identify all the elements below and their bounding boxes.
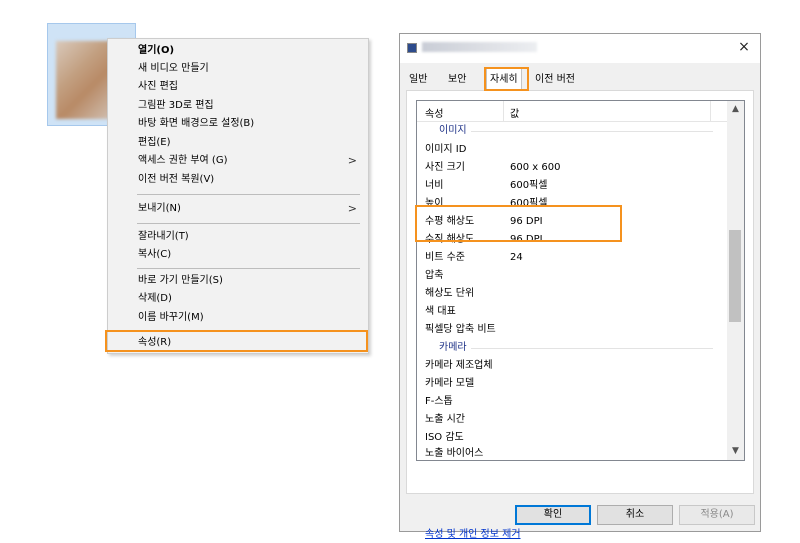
menu-item-give-access-label: 액세스 권한 부여 (G) (138, 155, 228, 166)
column-header-property[interactable]: 속성 (425, 105, 443, 120)
group-header-image: 이미지 (417, 123, 727, 139)
column-divider[interactable] (710, 101, 711, 121)
menu-item-edit-paint3d[interactable]: 그림판 3D로 편집 (109, 97, 367, 115)
properties-dialog: × 일반 보안 자세히 이전 버전 속성 값 이미지 이미지 ID 사진 크기 6… (399, 33, 761, 540)
group-label: 카메라 (439, 340, 471, 356)
ok-button[interactable]: 확인 (515, 505, 591, 525)
property-name: 비트 수준 (425, 252, 465, 263)
cancel-button[interactable]: 취소 (597, 505, 673, 525)
property-name: 수직 해상도 (425, 234, 475, 245)
tab-details[interactable]: 자세히 (486, 68, 522, 90)
context-menu: 열기(O) 새 비디오 만들기 사진 편집 그림판 3D로 편집 바탕 화면 배… (107, 38, 369, 354)
group-divider (439, 348, 713, 349)
menu-item-restore-versions[interactable]: 이전 버전 복원(V) (109, 171, 367, 189)
property-name: F-스톱 (425, 396, 453, 407)
property-name: 이미지 ID (425, 144, 467, 155)
window-title (422, 42, 537, 52)
column-divider[interactable] (503, 101, 504, 121)
menu-item-give-access[interactable]: 액세스 권한 부여 (G) > (109, 152, 367, 170)
property-name: 노출 시간 (425, 414, 465, 425)
close-icon[interactable]: × (736, 39, 752, 55)
tab-general[interactable]: 일반 (406, 70, 430, 89)
chevron-right-icon: > (347, 202, 357, 215)
menu-item-create-shortcut[interactable]: 바로 가기 만들기(S) (109, 272, 367, 290)
property-row[interactable]: 노출 바이어스 (417, 446, 727, 460)
property-row[interactable]: 압축 (417, 268, 727, 284)
tab-previous-versions[interactable]: 이전 버전 (532, 70, 578, 89)
scroll-down-icon[interactable]: ▼ (727, 443, 744, 460)
property-name: 픽셀당 압축 비트 (425, 324, 496, 335)
menu-item-open[interactable]: 열기(O) (109, 42, 367, 60)
property-row[interactable]: 수직 해상도 96 DPI (417, 232, 727, 248)
menu-item-copy[interactable]: 복사(C) (109, 246, 367, 264)
property-name: 카메라 모델 (425, 378, 475, 389)
property-row[interactable]: ISO 감도 (417, 430, 727, 446)
scrollbar-thumb[interactable] (729, 230, 741, 322)
menu-item-rename[interactable]: 이름 바꾸기(M) (109, 309, 367, 327)
property-row[interactable]: 픽셀당 압축 비트 (417, 322, 727, 338)
property-row[interactable]: 비트 수준 24 (417, 250, 727, 266)
menu-separator (137, 194, 360, 195)
title-bar: × (400, 34, 760, 63)
list-header: 속성 값 (417, 101, 727, 122)
property-value: 96 DPI (510, 216, 543, 227)
property-name: 사진 크기 (425, 162, 465, 173)
property-row[interactable]: 너비 600픽셀 (417, 178, 727, 194)
property-row[interactable]: F-스톱 (417, 394, 727, 410)
menu-item-send-to-label: 보내기(N) (138, 203, 181, 214)
menu-item-edit[interactable]: 편집(E) (109, 134, 367, 152)
property-name: 노출 바이어스 (425, 448, 484, 459)
property-value: 600 x 600 (510, 162, 561, 173)
property-row[interactable]: 노출 시간 (417, 412, 727, 428)
property-row[interactable]: 높이 600픽셀 (417, 196, 727, 212)
group-label: 이미지 (439, 123, 471, 139)
property-name: ISO 감도 (425, 432, 464, 443)
property-name: 높이 (425, 198, 444, 209)
property-row[interactable]: 이미지 ID (417, 142, 727, 158)
menu-separator (137, 223, 360, 224)
property-name: 카메라 제조업체 (425, 360, 493, 371)
property-row[interactable]: 카메라 제조업체 (417, 358, 727, 374)
menu-separator (137, 331, 360, 332)
menu-item-properties[interactable]: 속성(R) (109, 334, 367, 352)
property-list[interactable]: 속성 값 이미지 이미지 ID 사진 크기 600 x 600 너비 600픽셀 높… (416, 100, 745, 461)
property-name: 색 대표 (425, 306, 456, 317)
property-name: 해상도 단위 (425, 288, 475, 299)
property-value: 24 (510, 252, 523, 263)
property-name: 압축 (425, 270, 444, 281)
tab-security[interactable]: 보안 (445, 70, 469, 89)
group-header-camera: 카메라 (417, 340, 727, 356)
image-file-icon (407, 43, 417, 53)
property-value: 600픽셀 (510, 180, 548, 191)
property-name: 수평 해상도 (425, 216, 475, 227)
details-panel: 속성 값 이미지 이미지 ID 사진 크기 600 x 600 너비 600픽셀 높… (406, 90, 754, 540)
menu-item-delete[interactable]: 삭제(D) (109, 290, 367, 308)
property-row[interactable]: 사진 크기 600 x 600 (417, 160, 727, 176)
vertical-scrollbar[interactable]: ▲ ▼ (727, 101, 744, 460)
menu-item-edit-photo[interactable]: 사진 편집 (109, 78, 367, 96)
menu-separator (137, 268, 360, 269)
menu-item-cut[interactable]: 잘라내기(T) (109, 228, 367, 246)
property-row[interactable]: 색 대표 (417, 304, 727, 320)
menu-item-send-to[interactable]: 보내기(N) > (109, 200, 367, 218)
menu-item-set-background[interactable]: 바탕 화면 배경으로 설정(B) (109, 115, 367, 133)
menu-item-new-video[interactable]: 새 비디오 만들기 (109, 60, 367, 78)
property-row[interactable]: 수평 해상도 96 DPI (417, 214, 727, 230)
apply-button[interactable]: 적용(A) (679, 505, 755, 525)
scroll-up-icon[interactable]: ▲ (727, 101, 744, 118)
property-value: 600픽셀 (510, 198, 548, 209)
property-row[interactable]: 카메라 모델 (417, 376, 727, 392)
chevron-right-icon: > (347, 154, 357, 167)
property-name: 너비 (425, 180, 444, 191)
column-header-value[interactable]: 값 (510, 105, 519, 120)
remove-properties-link[interactable]: 속성 및 개인 정보 제거 (425, 525, 521, 540)
property-row[interactable]: 해상도 단위 (417, 286, 727, 302)
group-divider (439, 131, 713, 132)
property-value: 96 DPI (510, 234, 543, 245)
